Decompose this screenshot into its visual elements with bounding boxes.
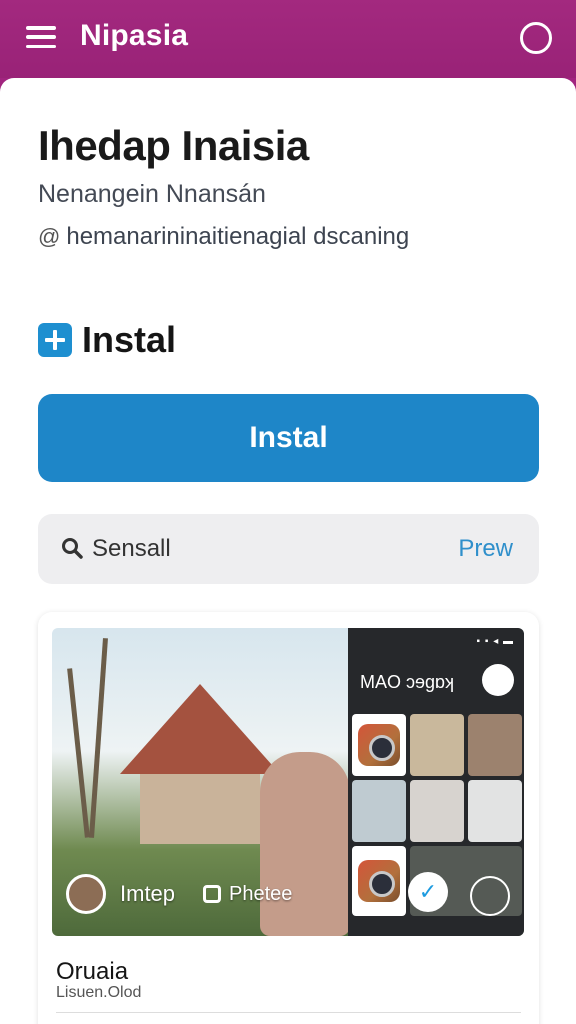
photo-caption: Imtep Phetee	[66, 874, 292, 914]
handle-line: @ hemanarininaitienagial dscaning	[38, 223, 409, 251]
profile-icon[interactable]	[520, 22, 552, 54]
camera-icon[interactable]	[352, 846, 406, 916]
app-title: Nipasia	[80, 19, 189, 52]
grid-photo[interactable]	[410, 714, 464, 776]
card-photo[interactable]: ▪ ▪ ◂ ▬ MAO ɔɘɡɒʞ ✓ Imtep Phetee	[52, 628, 524, 936]
panel-settings-icon[interactable]	[482, 664, 514, 696]
grid-photo[interactable]	[410, 780, 464, 842]
search-bar[interactable]: Prew	[38, 514, 539, 584]
caption-name: Imtep	[120, 881, 176, 906]
card-subtitle: Lisuen.Olod	[56, 984, 142, 1001]
grid-photo[interactable]	[352, 780, 406, 842]
status-icons: ▪ ▪ ◂ ▬	[476, 636, 514, 647]
bird-icon[interactable]: ✓	[408, 872, 448, 912]
menu-icon[interactable]	[26, 26, 56, 48]
store-icon	[38, 323, 72, 357]
install-heading: Instal	[82, 319, 177, 360]
card-divider	[56, 1012, 521, 1013]
camera-icon	[358, 860, 400, 902]
page-subtitle: Nenangein Nnansán	[38, 180, 266, 208]
feed-card[interactable]: ▪ ▪ ◂ ▬ MAO ɔɘɡɒʞ ✓ Imtep Phetee Oruaia …	[38, 612, 539, 1024]
top-app-bar: Nipasia	[0, 0, 576, 78]
handle-text: hemanarininaitienagial dscaning	[66, 223, 410, 250]
page-title: Ihedap Inaisia	[38, 122, 309, 169]
at-icon: @	[38, 224, 61, 249]
grid-photo[interactable]	[468, 714, 522, 776]
card-title: Oruaia	[56, 958, 129, 985]
photo-icon	[203, 885, 222, 903]
caption-tag: Phetee	[229, 882, 293, 905]
palm-tree	[89, 638, 108, 838]
panel-title: MAO ɔɘɡɒʞ	[360, 672, 455, 692]
search-input[interactable]	[92, 532, 432, 566]
install-row: Instal	[38, 319, 176, 361]
house-wall	[140, 774, 260, 844]
search-action-link[interactable]: Prew	[458, 535, 513, 563]
camera-icon[interactable]	[352, 714, 406, 776]
grid-photo[interactable]	[468, 780, 522, 842]
search-icon	[62, 538, 83, 559]
install-button[interactable]: Instal	[38, 394, 539, 482]
house-roof	[120, 684, 280, 774]
play-icon[interactable]	[470, 876, 510, 916]
main-sheet: Ihedap Inaisia Nenangein Nnansán @ heman…	[0, 78, 576, 1024]
palm-tree	[67, 668, 90, 838]
camera-icon	[358, 724, 400, 766]
avatar[interactable]	[66, 874, 106, 914]
